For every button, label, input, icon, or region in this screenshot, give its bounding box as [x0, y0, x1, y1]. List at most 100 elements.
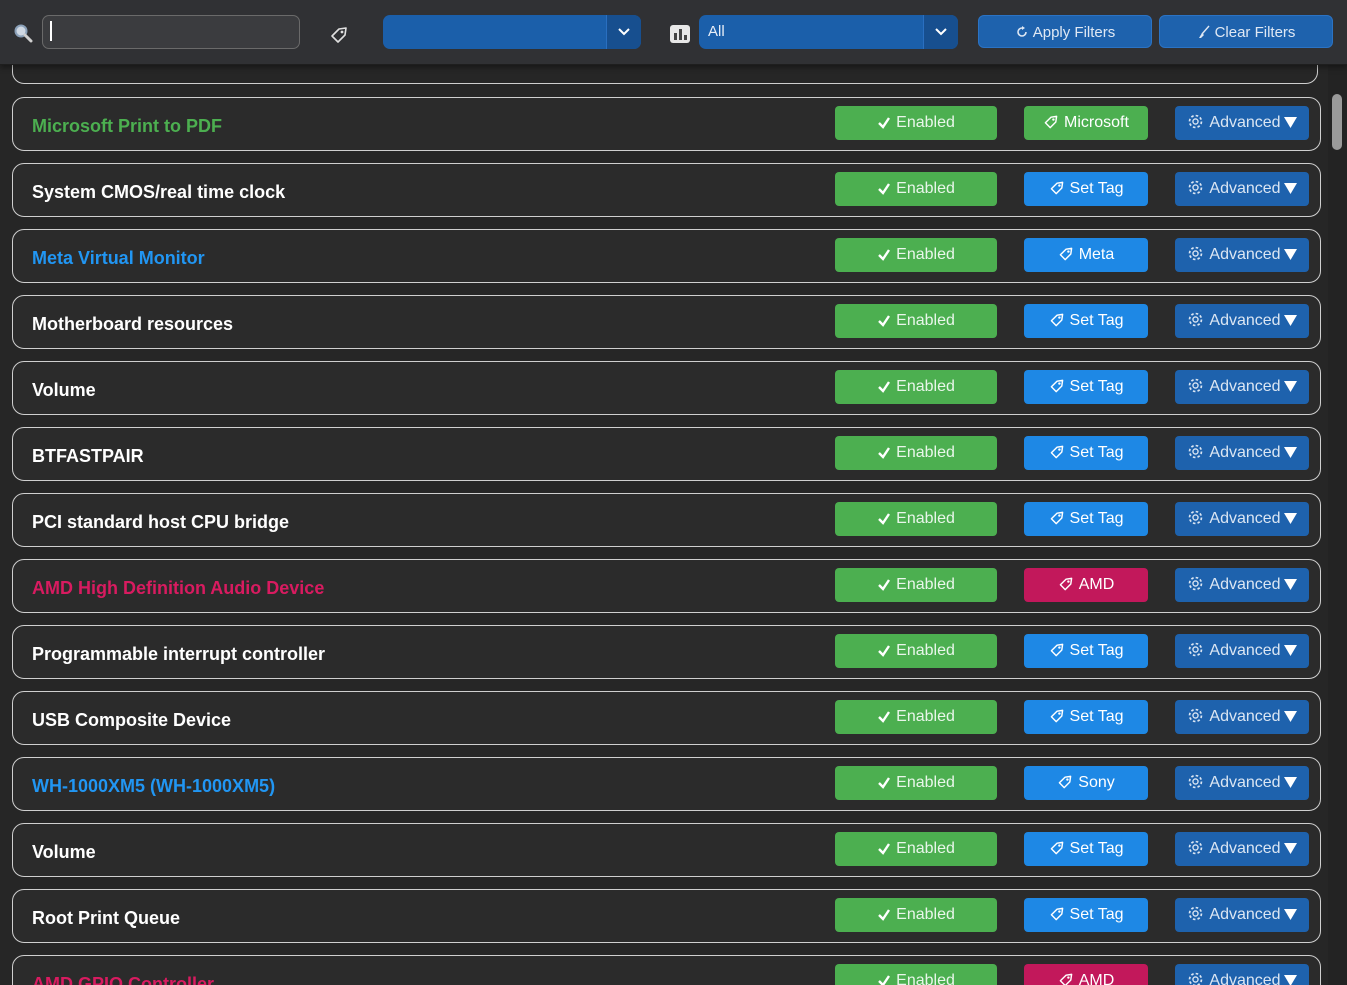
check-icon — [878, 711, 891, 723]
advanced-button[interactable]: Advanced — [1175, 436, 1309, 470]
tag-icon — [1050, 379, 1063, 393]
status-label: Enabled — [896, 444, 955, 461]
advanced-button[interactable]: Advanced — [1175, 832, 1309, 866]
advanced-button[interactable]: Advanced — [1175, 172, 1309, 206]
tag-filter-select[interactable] — [383, 15, 641, 49]
tag-label: Set Tag — [1069, 906, 1124, 923]
tag-icon — [1050, 181, 1063, 195]
search-input[interactable] — [42, 15, 300, 49]
status-label: Enabled — [896, 708, 955, 725]
check-icon — [878, 183, 891, 195]
set-tag-button[interactable]: Set Tag — [1024, 436, 1148, 470]
set-tag-button[interactable]: Set Tag — [1024, 370, 1148, 404]
set-tag-button[interactable]: Sony — [1024, 766, 1148, 800]
gear-icon — [1189, 180, 1203, 195]
device-name: Root Print Queue — [32, 908, 180, 928]
device-row: Volume Enabled Set Tag Advanced — [12, 823, 1321, 877]
enabled-status-button[interactable]: Enabled — [835, 634, 997, 668]
advanced-button[interactable]: Advanced — [1175, 370, 1309, 404]
device-row: Motherboard resources Enabled Set Tag Advan… — [12, 295, 1321, 349]
set-tag-button[interactable]: Set Tag — [1024, 172, 1148, 206]
status-label: Enabled — [896, 642, 955, 659]
advanced-button[interactable]: Advanced — [1175, 964, 1309, 985]
enabled-status-button[interactable]: Enabled — [835, 568, 997, 602]
advanced-button[interactable]: Advanced — [1175, 568, 1309, 602]
gear-icon — [1189, 444, 1203, 459]
tag-icon — [1059, 577, 1073, 591]
tag-label: Set Tag — [1069, 312, 1124, 329]
advanced-button[interactable]: Advanced — [1175, 766, 1309, 800]
advanced-button[interactable]: Advanced — [1175, 238, 1309, 272]
scrollbar-track[interactable] — [1328, 64, 1347, 985]
device-name: Programmable interrupt controller — [32, 644, 326, 664]
set-tag-button[interactable]: Set Tag — [1024, 898, 1148, 932]
set-tag-button[interactable]: Set Tag — [1024, 832, 1148, 866]
enabled-status-button[interactable]: Enabled — [835, 436, 997, 470]
tag-label: Microsoft — [1064, 114, 1129, 131]
partial-row — [12, 64, 1318, 84]
advanced-button[interactable]: Advanced — [1175, 106, 1309, 140]
set-tag-button[interactable]: Set Tag — [1024, 634, 1148, 668]
advanced-button[interactable]: Advanced — [1175, 634, 1309, 668]
device-name: WH-1000XM5 (WH-1000XM5) — [32, 776, 276, 796]
advanced-label: Advanced — [1209, 840, 1281, 857]
tag-icon — [1050, 313, 1063, 327]
advanced-label: Advanced — [1209, 246, 1281, 263]
tag-label: Set Tag — [1069, 840, 1124, 857]
advanced-label: Advanced — [1209, 972, 1281, 985]
enabled-status-button[interactable]: Enabled — [835, 766, 997, 800]
advanced-label: Advanced — [1209, 312, 1281, 329]
advanced-button[interactable]: Advanced — [1175, 502, 1309, 536]
device-name: Meta Virtual Monitor — [32, 248, 205, 268]
check-icon — [878, 645, 891, 657]
set-tag-button[interactable]: Set Tag — [1024, 304, 1148, 338]
tag-label: Set Tag — [1069, 642, 1124, 659]
enabled-status-button[interactable]: Enabled — [835, 502, 997, 536]
advanced-button[interactable]: Advanced — [1175, 304, 1309, 338]
enabled-status-button[interactable]: Enabled — [835, 370, 997, 404]
caret-down-icon — [1283, 579, 1297, 590]
set-tag-button[interactable]: Meta — [1024, 238, 1148, 272]
device-row: BTFASTPAIR Enabled Set Tag Advanced — [12, 427, 1321, 481]
advanced-button[interactable]: Advanced — [1175, 700, 1309, 734]
set-tag-button[interactable]: Set Tag — [1024, 700, 1148, 734]
tag-label: Set Tag — [1069, 510, 1124, 527]
set-tag-button[interactable]: Microsoft — [1024, 106, 1148, 140]
refresh-icon — [1016, 26, 1027, 37]
enabled-status-button[interactable]: Enabled — [835, 106, 997, 140]
gear-icon — [1189, 774, 1203, 789]
enabled-status-button[interactable]: Enabled — [835, 832, 997, 866]
set-tag-button[interactable]: AMD — [1024, 568, 1148, 602]
enabled-status-button[interactable]: Enabled — [835, 172, 997, 206]
device-row: Meta Virtual Monitor Enabled Meta Advanced — [12, 229, 1321, 283]
status-label: Enabled — [896, 180, 955, 197]
device-name: PCI standard host CPU bridge — [32, 512, 290, 532]
enabled-status-button[interactable]: Enabled — [835, 898, 997, 932]
caret-down-icon — [1283, 777, 1297, 788]
tag-label: AMD — [1078, 972, 1115, 985]
set-tag-button[interactable]: Set Tag — [1024, 502, 1148, 536]
chevron-down-icon — [923, 15, 958, 49]
device-row: WH-1000XM5 (WH-1000XM5) Enabled Sony Advanc… — [12, 757, 1321, 811]
advanced-label: Advanced — [1209, 774, 1281, 791]
enabled-status-button[interactable]: Enabled — [835, 700, 997, 734]
gear-icon — [1189, 708, 1203, 723]
enabled-status-button[interactable]: Enabled — [835, 238, 997, 272]
enabled-status-button[interactable]: Enabled — [835, 304, 997, 338]
tag-icon — [1050, 643, 1063, 657]
status-label: Enabled — [896, 774, 955, 791]
tag-icon — [331, 27, 347, 43]
text-caret — [50, 21, 52, 41]
apply-filters-button[interactable]: Apply Filters — [978, 15, 1152, 48]
device-name: USB Composite Device — [32, 710, 232, 730]
status-filter-select[interactable]: All — [699, 15, 958, 49]
advanced-button[interactable]: Advanced — [1175, 898, 1309, 932]
search-icon — [14, 24, 33, 43]
device-name: Motherboard resources — [32, 314, 234, 334]
tag-label: Meta — [1078, 246, 1115, 263]
scrollbar-thumb[interactable] — [1332, 94, 1342, 150]
enabled-status-button[interactable]: Enabled — [835, 964, 997, 985]
tag-label: AMD — [1078, 576, 1115, 593]
clear-filters-button[interactable]: Clear Filters — [1159, 15, 1333, 48]
set-tag-button[interactable]: AMD — [1024, 964, 1148, 985]
